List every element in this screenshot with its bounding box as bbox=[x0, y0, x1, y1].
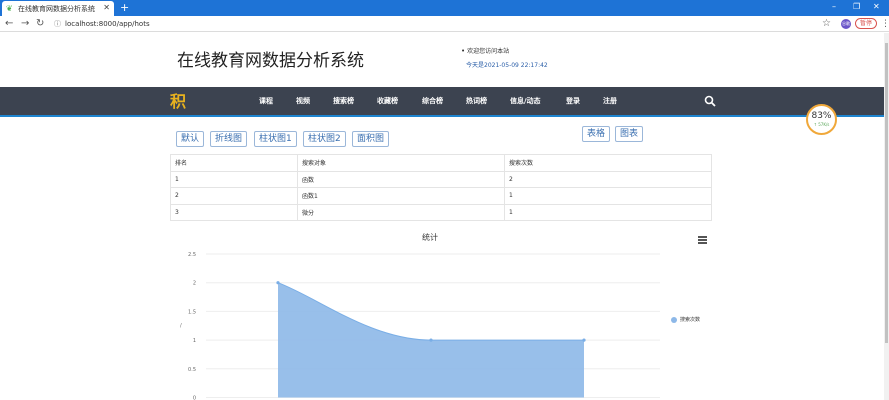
y-axis-label: / bbox=[180, 323, 182, 329]
legend-swatch bbox=[671, 316, 677, 323]
y-tick-label: 0.5 bbox=[188, 367, 196, 373]
area-chart: 0 0.5 1 1.5 2 2.5 / bbox=[180, 252, 660, 400]
data-point[interactable] bbox=[582, 338, 586, 342]
chart-legend[interactable]: 搜索次数 bbox=[671, 316, 700, 323]
y-tick-label: 0 bbox=[193, 396, 196, 400]
y-tick-label: 2 bbox=[193, 281, 196, 287]
y-tick-label: 2.5 bbox=[188, 252, 196, 258]
y-tick-label: 1.5 bbox=[188, 309, 196, 315]
data-point[interactable] bbox=[429, 338, 433, 342]
y-tick-label: 1 bbox=[193, 338, 196, 344]
data-point[interactable] bbox=[276, 281, 280, 285]
legend-label: 搜索次数 bbox=[680, 317, 701, 323]
